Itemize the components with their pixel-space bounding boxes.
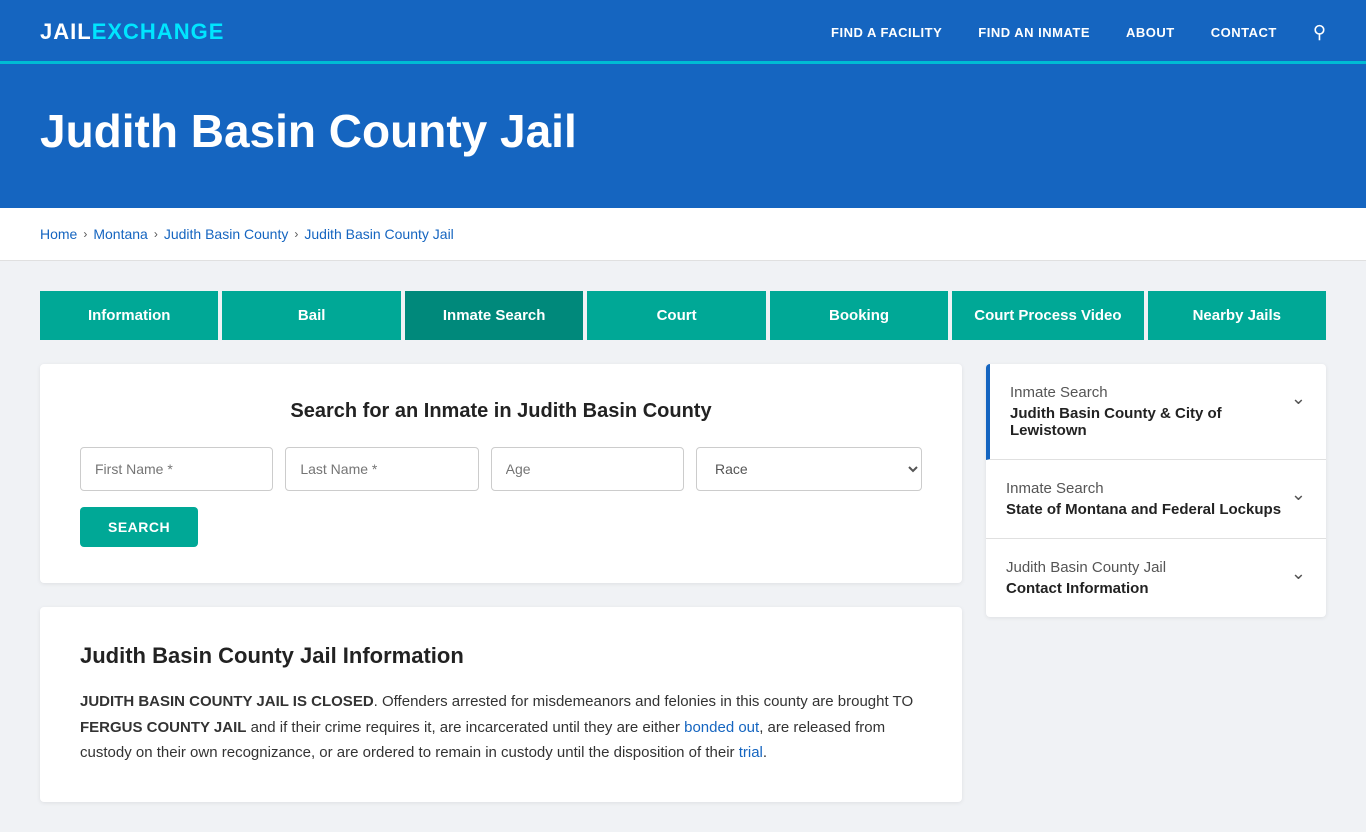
sidebar-item-2-title: Inmate Search	[1006, 480, 1283, 497]
breadcrumb-county[interactable]: Judith Basin County	[164, 226, 289, 242]
logo[interactable]: JAILEXCHANGE	[40, 19, 224, 45]
first-name-input[interactable]	[80, 447, 273, 491]
header: JAILEXCHANGE FIND A FACILITY FIND AN INM…	[0, 0, 1366, 64]
sidebar-item-3-subtitle: Contact Information	[1006, 580, 1283, 597]
sidebar-item-1[interactable]: Inmate Search Judith Basin County & City…	[986, 364, 1326, 460]
sidebar-item-3-title: Judith Basin County Jail	[1006, 559, 1283, 576]
sidebar-item-2-left: Inmate Search State of Montana and Feder…	[1006, 480, 1283, 518]
info-bold-1: JUDITH BASIN COUNTY JAIL IS CLOSED	[80, 693, 374, 710]
search-title: Search for an Inmate in Judith Basin Cou…	[80, 400, 922, 423]
info-text: JUDITH BASIN COUNTY JAIL IS CLOSED. Offe…	[80, 689, 922, 766]
info-link-trial[interactable]: trial	[739, 744, 763, 761]
chevron-down-icon-2: ⌄	[1291, 484, 1306, 505]
breadcrumb-sep-1: ›	[83, 227, 87, 241]
nav-find-inmate[interactable]: FIND AN INMATE	[978, 25, 1090, 40]
page-title: Judith Basin County Jail	[40, 104, 1326, 158]
sidebar-item-1-subtitle: Judith Basin County & City of Lewistown	[1010, 405, 1283, 439]
nav-about[interactable]: ABOUT	[1126, 25, 1175, 40]
last-name-input[interactable]	[285, 447, 478, 491]
search-icon[interactable]: ⚲	[1313, 22, 1326, 43]
chevron-down-icon-1: ⌄	[1291, 388, 1306, 409]
breadcrumb: Home › Montana › Judith Basin County › J…	[40, 226, 1326, 242]
tab-inmate-search[interactable]: Inmate Search	[405, 291, 583, 340]
sidebar-item-3-left: Judith Basin County Jail Contact Informa…	[1006, 559, 1283, 597]
sidebar-item-2-subtitle: State of Montana and Federal Lockups	[1006, 501, 1283, 518]
breadcrumb-home[interactable]: Home	[40, 226, 77, 242]
tab-information[interactable]: Information	[40, 291, 218, 340]
breadcrumb-montana[interactable]: Montana	[93, 226, 147, 242]
hero-section: Judith Basin County Jail	[0, 64, 1366, 208]
right-sidebar: Inmate Search Judith Basin County & City…	[986, 364, 1326, 617]
breadcrumb-jail[interactable]: Judith Basin County Jail	[304, 226, 453, 242]
race-select[interactable]: RaceWhiteBlackHispanicAsianNative Americ…	[696, 447, 922, 491]
left-column: Search for an Inmate in Judith Basin Cou…	[40, 364, 962, 802]
search-box: Search for an Inmate in Judith Basin Cou…	[40, 364, 962, 583]
logo-exchange: EXCHANGE	[92, 19, 225, 45]
sidebar-item-3[interactable]: Judith Basin County Jail Contact Informa…	[986, 539, 1326, 617]
tab-court-process-video[interactable]: Court Process Video	[952, 291, 1143, 340]
nav-find-facility[interactable]: FIND A FACILITY	[831, 25, 942, 40]
tabs: Information Bail Inmate Search Court Boo…	[40, 291, 1326, 340]
tab-bail[interactable]: Bail	[222, 291, 400, 340]
breadcrumb-bar: Home › Montana › Judith Basin County › J…	[0, 208, 1366, 261]
info-box: Judith Basin County Jail Information JUD…	[40, 607, 962, 802]
tab-booking[interactable]: Booking	[770, 291, 948, 340]
search-inputs: RaceWhiteBlackHispanicAsianNative Americ…	[80, 447, 922, 491]
info-title: Judith Basin County Jail Information	[80, 643, 922, 669]
logo-jail: JAIL	[40, 19, 92, 45]
sidebar-item-2[interactable]: Inmate Search State of Montana and Feder…	[986, 460, 1326, 539]
chevron-down-icon-3: ⌄	[1291, 563, 1306, 584]
nav: FIND A FACILITY FIND AN INMATE ABOUT CON…	[831, 22, 1326, 43]
info-link-bonded[interactable]: bonded out	[684, 719, 759, 736]
sidebar-card: Inmate Search Judith Basin County & City…	[986, 364, 1326, 617]
tab-court[interactable]: Court	[587, 291, 765, 340]
age-input[interactable]	[491, 447, 684, 491]
sidebar-item-1-title: Inmate Search	[1010, 384, 1283, 401]
breadcrumb-sep-2: ›	[154, 227, 158, 241]
tab-nearby-jails[interactable]: Nearby Jails	[1148, 291, 1326, 340]
info-bold-2: FERGUS COUNTY JAIL	[80, 719, 246, 736]
breadcrumb-sep-3: ›	[294, 227, 298, 241]
main-layout: Search for an Inmate in Judith Basin Cou…	[40, 364, 1326, 802]
sidebar-item-1-left: Inmate Search Judith Basin County & City…	[1010, 384, 1283, 439]
nav-contact[interactable]: CONTACT	[1211, 25, 1277, 40]
content-area: Information Bail Inmate Search Court Boo…	[0, 261, 1366, 832]
search-button[interactable]: SEARCH	[80, 507, 198, 547]
